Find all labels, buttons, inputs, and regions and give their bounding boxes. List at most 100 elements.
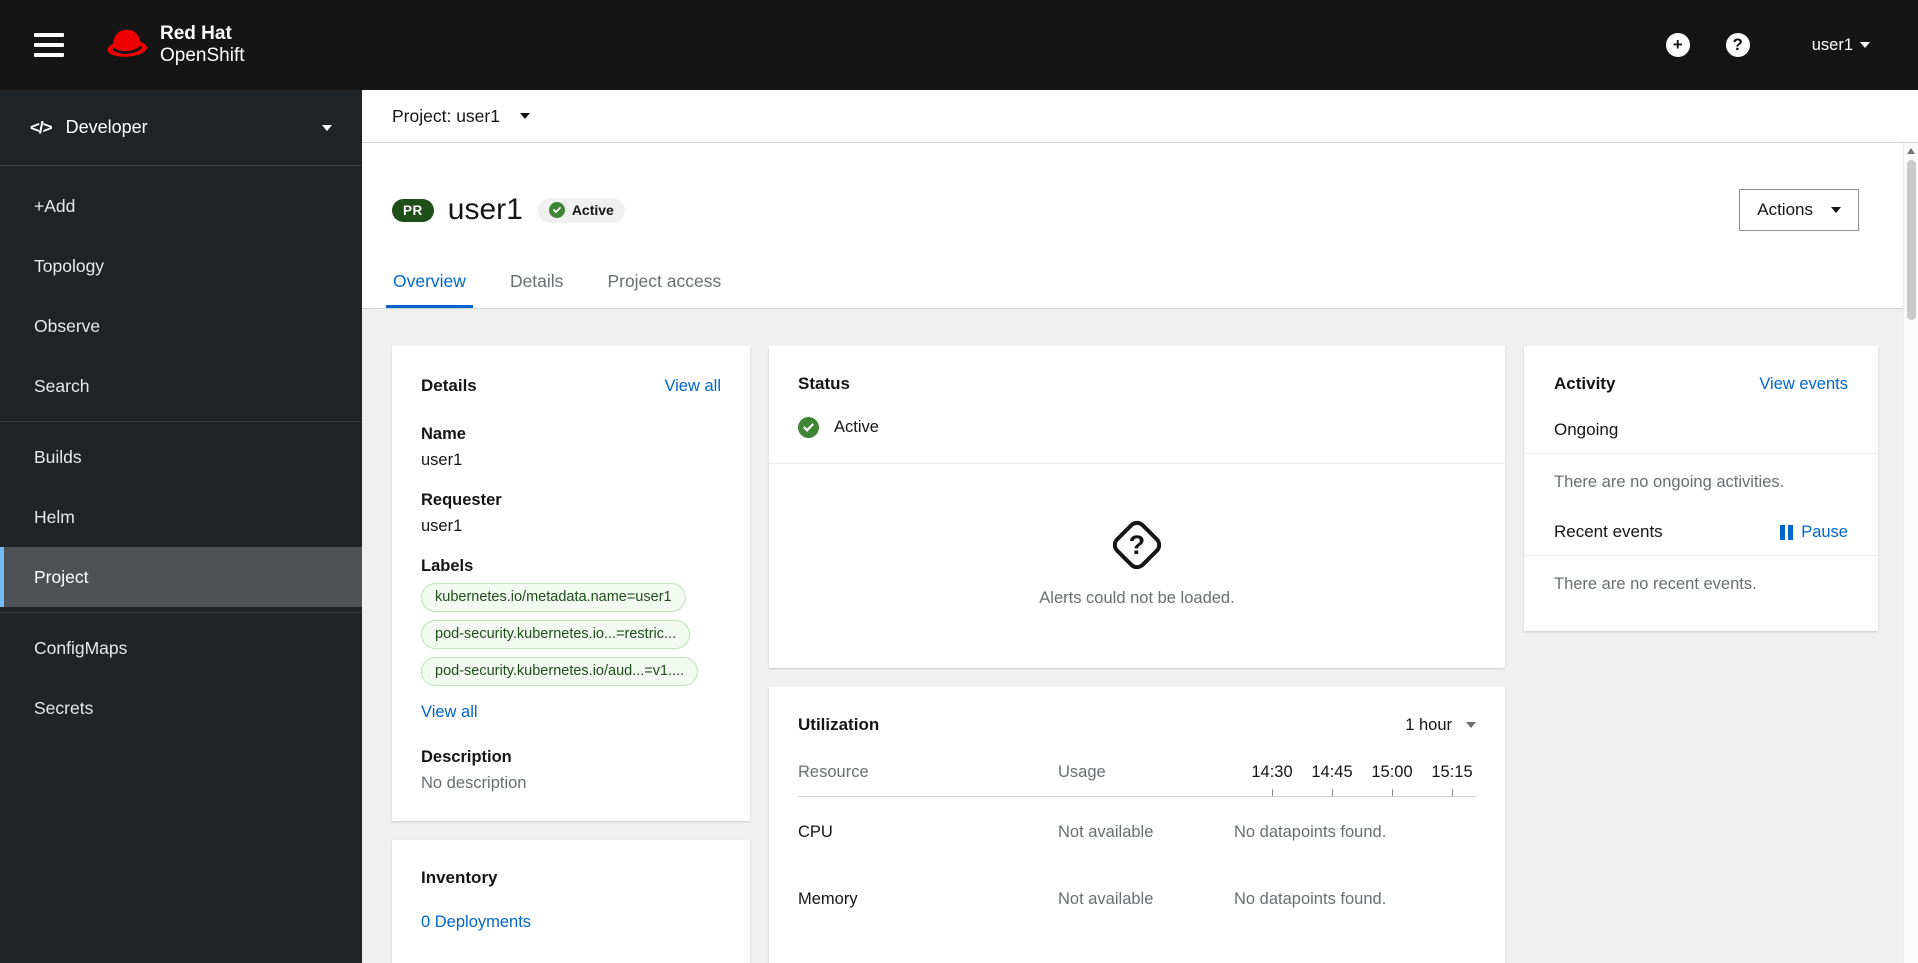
details-card: Details View all Name user1 Requester us… xyxy=(392,346,750,821)
brand[interactable]: Red Hat OpenShift xyxy=(104,23,245,67)
sidebar-item-helm[interactable]: Helm xyxy=(0,487,362,547)
divider xyxy=(0,421,362,422)
perspective-label: Developer xyxy=(65,117,148,137)
status-card-title: Status xyxy=(798,374,850,393)
sidebar-nav: +Add Topology Observe Search Builds Helm… xyxy=(0,166,362,738)
field-label-labels: Labels xyxy=(421,557,474,575)
main-area: Project: user1 PR user1 Active Actions O… xyxy=(362,90,1918,963)
masthead-utilities: + ? user1 xyxy=(1665,33,1870,57)
caret-down-icon xyxy=(1466,722,1476,728)
time-tick xyxy=(1451,789,1453,796)
sidebar-item-observe[interactable]: Observe xyxy=(0,296,362,356)
tab-overview[interactable]: Overview xyxy=(386,258,473,308)
hamburger-menu-icon[interactable] xyxy=(34,33,64,57)
label-pill[interactable]: kubernetes.io/metadata.name=user1 xyxy=(421,583,686,612)
username: user1 xyxy=(1811,35,1853,54)
scrollbar[interactable] xyxy=(1903,143,1918,963)
resource-name: CPU xyxy=(798,823,833,841)
resource-usage: Not available xyxy=(1058,823,1154,841)
tab-details[interactable]: Details xyxy=(503,258,571,308)
time-tick xyxy=(1391,789,1393,796)
utilization-card-title: Utilization xyxy=(798,715,880,734)
quick-create-button[interactable]: + xyxy=(1665,33,1690,57)
field-label-name: Name xyxy=(421,425,466,443)
pause-events-button[interactable]: Pause xyxy=(1780,523,1848,542)
recent-events-section-header: Recent events Pause xyxy=(1554,522,1848,542)
project-status-row: Active xyxy=(769,394,1505,463)
scrollbar-thumb[interactable] xyxy=(1906,160,1916,320)
sidebar-item-topology[interactable]: Topology xyxy=(0,236,362,296)
resource-name: Memory xyxy=(798,890,858,908)
labels-group: kubernetes.io/metadata.name=user1 pod-se… xyxy=(421,583,721,722)
ongoing-section-header: Ongoing xyxy=(1554,420,1619,439)
sidebar-item-search[interactable]: Search xyxy=(0,356,362,416)
sidebar-item-configmaps[interactable]: ConfigMaps xyxy=(0,618,362,678)
alerts-empty-state: ? Alerts could not be loaded. xyxy=(769,464,1505,668)
activity-card-title: Activity xyxy=(1554,374,1616,393)
page-scroll-region: PR user1 Active Actions Overview Details… xyxy=(362,143,1903,963)
labels-view-all-link[interactable]: View all xyxy=(421,703,478,722)
sidebar-item-secrets[interactable]: Secrets xyxy=(0,678,362,738)
field-value-requester: user1 xyxy=(421,517,463,535)
label-pill[interactable]: pod-security.kubernetes.io/aud...=v1.... xyxy=(421,657,699,686)
deployments-link[interactable]: 0 Deployments xyxy=(421,913,531,932)
pause-icon xyxy=(1780,524,1794,540)
code-icon: </> xyxy=(30,117,53,137)
project-status-text: Active xyxy=(834,418,879,436)
scroll-up-arrow[interactable] xyxy=(1907,148,1915,154)
help-button[interactable]: ? xyxy=(1725,33,1750,57)
plus-circle-icon: + xyxy=(1672,35,1683,54)
caret-down-icon xyxy=(519,113,530,119)
field-label-requester: Requester xyxy=(421,491,502,509)
project-selector-label: Project: user1 xyxy=(392,105,500,126)
utilization-row-cpu: CPU Not available No datapoints found. xyxy=(769,797,1505,872)
project-selector[interactable]: Project: user1 xyxy=(362,90,1918,143)
utilization-header-row: Resource Usage 14:30 14:45 15:00 15:15 xyxy=(798,763,1476,797)
time-tick-label: 15:15 xyxy=(1428,763,1476,796)
openshift-console: Red Hat OpenShift + ? user1 </> Develope… xyxy=(0,0,1918,963)
project-badge: PR xyxy=(392,198,434,222)
label-pill[interactable]: pod-security.kubernetes.io...=restric... xyxy=(421,620,691,649)
redhat-fedora-icon xyxy=(104,26,150,65)
help-circle-icon: ? xyxy=(1732,35,1743,54)
caret-down-icon xyxy=(1860,42,1870,48)
sidebar-item-project[interactable]: Project xyxy=(0,547,362,607)
details-view-all-link[interactable]: View all xyxy=(664,377,721,396)
duration-dropdown[interactable]: 1 hour xyxy=(1405,716,1476,735)
resource-usage: Not available xyxy=(1058,890,1154,908)
field-label-description: Description xyxy=(421,748,512,766)
unknown-status-icon: ? xyxy=(1108,516,1166,573)
actions-label: Actions xyxy=(1757,200,1813,219)
actions-dropdown[interactable]: Actions xyxy=(1739,189,1859,231)
sidebar-item-add[interactable]: +Add xyxy=(0,176,362,236)
view-events-link[interactable]: View events xyxy=(1759,375,1848,394)
column-header-resource: Resource xyxy=(798,763,869,781)
divider xyxy=(0,612,362,613)
inventory-card-title: Inventory xyxy=(421,868,498,887)
inventory-card: Inventory 0 Deployments xyxy=(392,840,750,963)
overview-dashboard: Details View all Name user1 Requester us… xyxy=(362,309,1903,963)
status-card: Status Active ? Alerts could not be load… xyxy=(769,346,1505,668)
time-tick-label: 15:00 xyxy=(1368,763,1416,796)
details-card-title: Details xyxy=(421,376,477,395)
perspective-switcher[interactable]: </> Developer xyxy=(0,90,362,166)
utilization-card: Utilization 1 hour Resource Usage 14:30 … xyxy=(769,687,1505,963)
caret-down-icon xyxy=(1831,207,1841,213)
sidebar-item-builds[interactable]: Builds xyxy=(0,427,362,487)
page-title: user1 xyxy=(447,193,523,226)
tab-project-access[interactable]: Project access xyxy=(600,258,728,308)
user-menu[interactable]: user1 xyxy=(1812,36,1870,55)
utilization-row-memory: Memory Not available No datapoints found… xyxy=(769,872,1505,939)
ongoing-empty-message: There are no ongoing activities. xyxy=(1554,473,1785,491)
page-header: PR user1 Active Actions xyxy=(362,143,1903,258)
alerts-message: Alerts could not be loaded. xyxy=(1039,588,1235,607)
brand-text: Red Hat OpenShift xyxy=(160,23,245,67)
time-tick-label: 14:45 xyxy=(1308,763,1356,796)
time-tick xyxy=(1331,789,1333,796)
duration-value: 1 hour xyxy=(1405,715,1452,734)
resource-chart-empty: No datapoints found. xyxy=(1234,823,1387,841)
field-value-name: user1 xyxy=(421,451,463,469)
column-header-usage: Usage xyxy=(1058,763,1106,781)
time-tick-label: 14:30 xyxy=(1248,763,1296,796)
masthead: Red Hat OpenShift + ? user1 xyxy=(0,0,1918,90)
